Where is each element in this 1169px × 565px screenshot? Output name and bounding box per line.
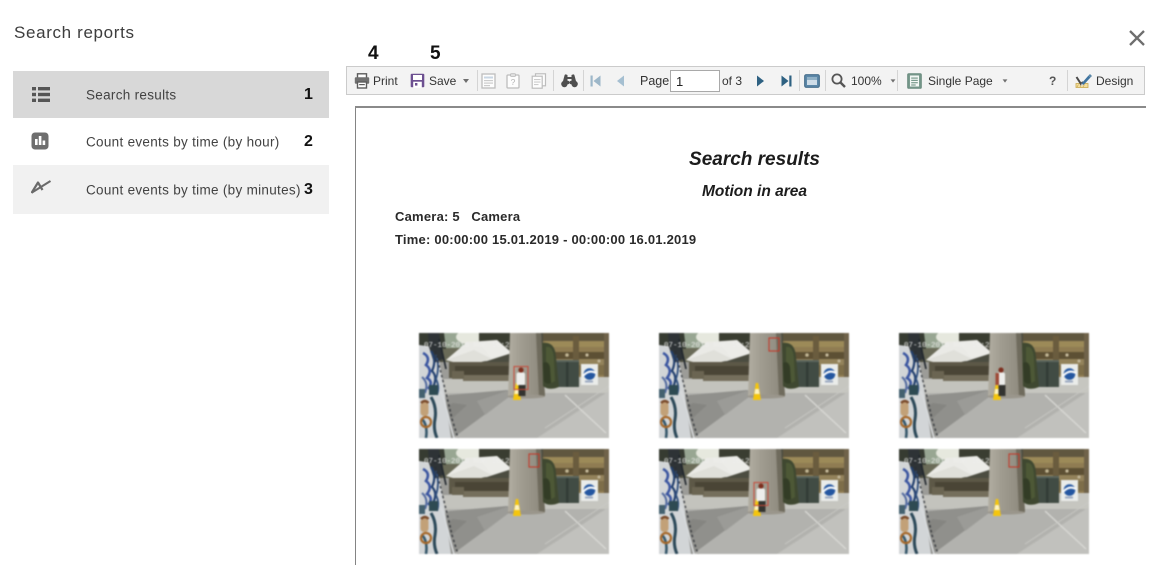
svg-text:?: ? <box>511 77 516 87</box>
